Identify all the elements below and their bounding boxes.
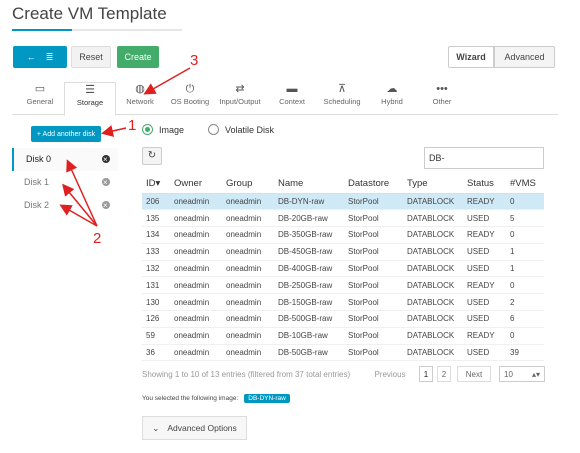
arrow-2b <box>62 183 98 227</box>
arrow-2a <box>66 159 98 227</box>
annotation-number-2: 2 <box>93 230 102 247</box>
annotation-arrows <box>59 67 191 227</box>
arrow-3 <box>143 67 191 95</box>
annotation-number-1: 1 <box>128 117 137 134</box>
arrow-1 <box>101 125 127 137</box>
annotation-number-3: 3 <box>190 52 199 69</box>
